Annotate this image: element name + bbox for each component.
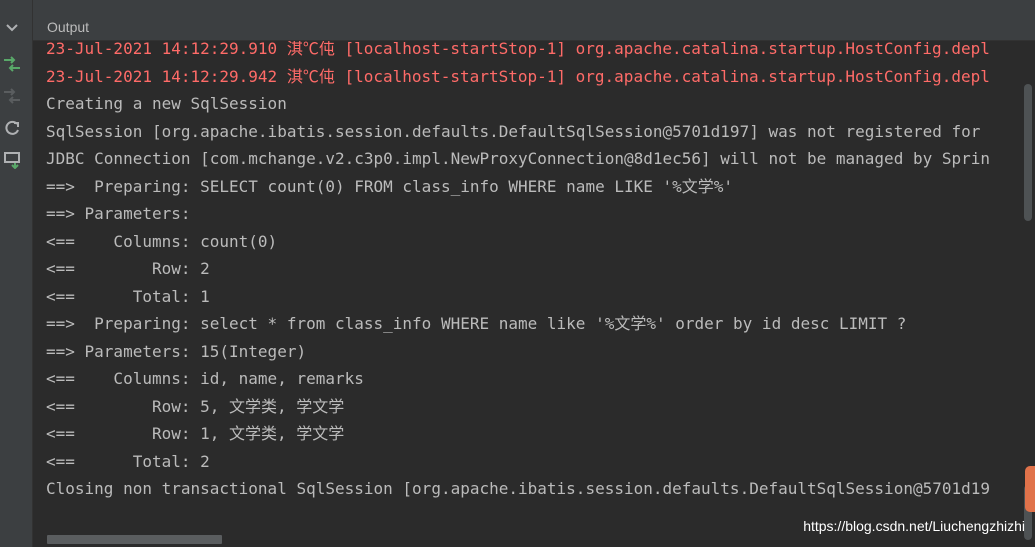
log-line: <== Row: 2	[46, 259, 210, 278]
log-line: ==> Preparing: select * from class_info …	[46, 314, 907, 333]
log-line: JDBC Connection [com.mchange.v2.c3p0.imp…	[46, 149, 991, 168]
log-line: <== Total: 1	[46, 286, 210, 306]
log-line: Creating a new SqlSession	[46, 94, 287, 113]
update-resources-icon[interactable]	[0, 84, 24, 108]
log-line: 23-Jul-2021 14:12:29.942 淇℃伅 [localhost-…	[46, 66, 990, 86]
dump-threads-icon[interactable]	[0, 148, 24, 172]
log-line: <== Total: 2	[46, 451, 210, 471]
log-line: <== Row: 1, 文学类, 学文学	[46, 424, 345, 443]
side-badge	[1025, 466, 1035, 512]
log-line: ==> Parameters: 15(Integer)	[46, 341, 307, 361]
log-line: SqlSession [org.apache.ibatis.session.de…	[46, 121, 981, 141]
log-line: <== Columns: id, name, remarks	[46, 369, 364, 388]
left-toolbar	[0, 0, 33, 547]
log-line: ==> Preparing: SELECT count(0) FROM clas…	[46, 176, 734, 196]
log-line: <== Row: 5, 文学类, 学文学	[46, 396, 345, 416]
log-line: 23-Jul-2021 14:12:29.910 淇℃伅 [localhost-…	[46, 41, 990, 58]
redeploy-icon[interactable]	[0, 52, 24, 76]
output-console[interactable]: 23-Jul-2021 14:12:29.910 淇℃伅 [localhost-…	[33, 41, 1021, 547]
horizontal-scroll-thumb[interactable]	[47, 535, 222, 544]
vertical-scroll-thumb[interactable]	[1024, 84, 1032, 221]
output-title: Output	[47, 19, 90, 35]
output-header: Output	[33, 0, 1035, 41]
watermark-text: https://blog.csdn.net/Liuchengzhizhi	[803, 518, 1025, 534]
log-line: Closing non transactional SqlSession [or…	[46, 479, 991, 498]
log-line: ==> Parameters:	[46, 204, 201, 223]
log-line: <== Columns: count(0)	[46, 231, 278, 251]
restart-icon[interactable]	[0, 116, 24, 140]
collapse-chevron-icon[interactable]	[0, 16, 24, 40]
